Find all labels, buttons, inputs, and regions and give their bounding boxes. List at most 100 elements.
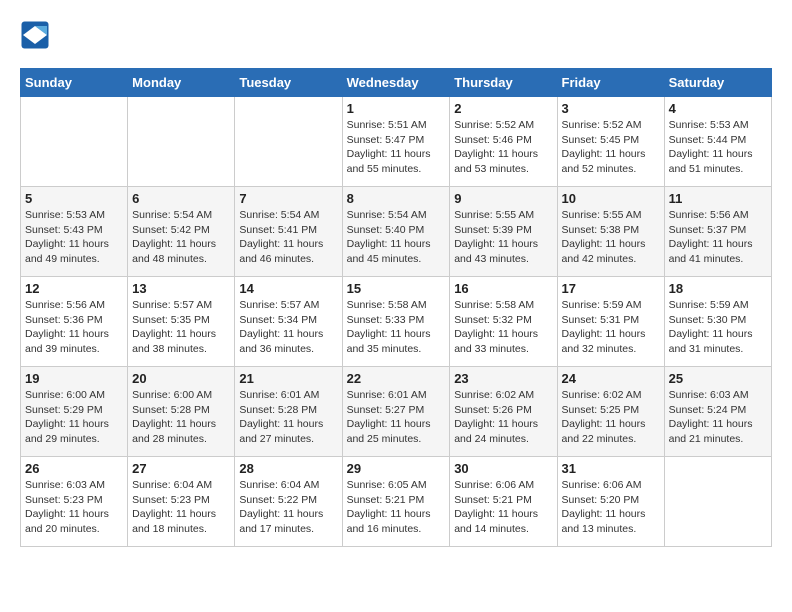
- calendar-cell: 14 Sunrise: 5:57 AM Sunset: 5:34 PM Dayli…: [235, 277, 342, 367]
- day-number: 23: [454, 371, 552, 386]
- day-info: Sunrise: 5:52 AM Sunset: 5:45 PM Dayligh…: [562, 118, 660, 177]
- day-number: 8: [347, 191, 446, 206]
- weekday-header-wednesday: Wednesday: [342, 69, 450, 97]
- day-info: Sunrise: 5:54 AM Sunset: 5:40 PM Dayligh…: [347, 208, 446, 267]
- calendar-cell: 10 Sunrise: 5:55 AM Sunset: 5:38 PM Dayli…: [557, 187, 664, 277]
- day-info: Sunrise: 5:57 AM Sunset: 5:34 PM Dayligh…: [239, 298, 337, 357]
- day-number: 17: [562, 281, 660, 296]
- weekday-header-sunday: Sunday: [21, 69, 128, 97]
- day-number: 26: [25, 461, 123, 476]
- day-info: Sunrise: 6:00 AM Sunset: 5:29 PM Dayligh…: [25, 388, 123, 447]
- calendar-cell: 17 Sunrise: 5:59 AM Sunset: 5:31 PM Dayli…: [557, 277, 664, 367]
- day-info: Sunrise: 5:53 AM Sunset: 5:44 PM Dayligh…: [669, 118, 767, 177]
- day-info: Sunrise: 6:04 AM Sunset: 5:22 PM Dayligh…: [239, 478, 337, 537]
- day-number: 13: [132, 281, 230, 296]
- day-info: Sunrise: 5:55 AM Sunset: 5:38 PM Dayligh…: [562, 208, 660, 267]
- day-info: Sunrise: 6:02 AM Sunset: 5:25 PM Dayligh…: [562, 388, 660, 447]
- calendar-week-row: 12Sunrise: 5:56 AM Sunset: 5:36 PM Dayli…: [21, 277, 772, 367]
- calendar-cell: 21 Sunrise: 6:01 AM Sunset: 5:28 PM Dayli…: [235, 367, 342, 457]
- day-info: Sunrise: 5:59 AM Sunset: 5:30 PM Dayligh…: [669, 298, 767, 357]
- day-number: 2: [454, 101, 552, 116]
- day-info: Sunrise: 5:54 AM Sunset: 5:42 PM Dayligh…: [132, 208, 230, 267]
- day-info: Sunrise: 6:06 AM Sunset: 5:21 PM Dayligh…: [454, 478, 552, 537]
- day-info: Sunrise: 5:56 AM Sunset: 5:37 PM Dayligh…: [669, 208, 767, 267]
- logo-icon: [20, 20, 50, 50]
- calendar-cell: [128, 97, 235, 187]
- day-number: 11: [669, 191, 767, 206]
- day-info: Sunrise: 5:51 AM Sunset: 5:47 PM Dayligh…: [347, 118, 446, 177]
- calendar-cell: 16Sunrise: 5:58 AM Sunset: 5:32 PM Dayli…: [450, 277, 557, 367]
- calendar-cell: 29 Sunrise: 6:05 AM Sunset: 5:21 PM Dayli…: [342, 457, 450, 547]
- calendar-cell: 6Sunrise: 5:54 AM Sunset: 5:42 PM Daylig…: [128, 187, 235, 277]
- day-info: Sunrise: 6:03 AM Sunset: 5:24 PM Dayligh…: [669, 388, 767, 447]
- day-info: Sunrise: 6:03 AM Sunset: 5:23 PM Dayligh…: [25, 478, 123, 537]
- weekday-header-saturday: Saturday: [664, 69, 771, 97]
- calendar-cell: 31 Sunrise: 6:06 AM Sunset: 5:20 PM Dayli…: [557, 457, 664, 547]
- day-info: Sunrise: 5:58 AM Sunset: 5:33 PM Dayligh…: [347, 298, 446, 357]
- day-info: Sunrise: 6:04 AM Sunset: 5:23 PM Dayligh…: [132, 478, 230, 537]
- day-number: 9: [454, 191, 552, 206]
- day-number: 19: [25, 371, 123, 386]
- calendar-cell: 2Sunrise: 5:52 AM Sunset: 5:46 PM Daylig…: [450, 97, 557, 187]
- day-number: 4: [669, 101, 767, 116]
- day-info: Sunrise: 6:01 AM Sunset: 5:27 PM Dayligh…: [347, 388, 446, 447]
- day-number: 1: [347, 101, 446, 116]
- day-number: 3: [562, 101, 660, 116]
- day-number: 30: [454, 461, 552, 476]
- calendar-table: SundayMondayTuesdayWednesdayThursdayFrid…: [20, 68, 772, 547]
- day-number: 20: [132, 371, 230, 386]
- calendar-cell: 15 Sunrise: 5:58 AM Sunset: 5:33 PM Dayli…: [342, 277, 450, 367]
- calendar-cell: 1 Sunrise: 5:51 AM Sunset: 5:47 PM Daylig…: [342, 97, 450, 187]
- calendar-cell: 12Sunrise: 5:56 AM Sunset: 5:36 PM Dayli…: [21, 277, 128, 367]
- day-info: Sunrise: 5:53 AM Sunset: 5:43 PM Dayligh…: [25, 208, 123, 267]
- day-number: 5: [25, 191, 123, 206]
- calendar-cell: 19 Sunrise: 6:00 AM Sunset: 5:29 PM Dayli…: [21, 367, 128, 457]
- calendar-cell: 22 Sunrise: 6:01 AM Sunset: 5:27 PM Dayli…: [342, 367, 450, 457]
- day-number: 29: [347, 461, 446, 476]
- calendar-week-row: 19 Sunrise: 6:00 AM Sunset: 5:29 PM Dayli…: [21, 367, 772, 457]
- calendar-week-row: 26 Sunrise: 6:03 AM Sunset: 5:23 PM Dayli…: [21, 457, 772, 547]
- calendar-cell: 9 Sunrise: 5:55 AM Sunset: 5:39 PM Daylig…: [450, 187, 557, 277]
- day-number: 14: [239, 281, 337, 296]
- day-info: Sunrise: 6:00 AM Sunset: 5:28 PM Dayligh…: [132, 388, 230, 447]
- calendar-cell: 30 Sunrise: 6:06 AM Sunset: 5:21 PM Dayli…: [450, 457, 557, 547]
- calendar-cell: 8 Sunrise: 5:54 AM Sunset: 5:40 PM Daylig…: [342, 187, 450, 277]
- day-number: 28: [239, 461, 337, 476]
- day-info: Sunrise: 5:54 AM Sunset: 5:41 PM Dayligh…: [239, 208, 337, 267]
- calendar-week-row: 5 Sunrise: 5:53 AM Sunset: 5:43 PM Daylig…: [21, 187, 772, 277]
- calendar-cell: 23Sunrise: 6:02 AM Sunset: 5:26 PM Dayli…: [450, 367, 557, 457]
- calendar-cell: [664, 457, 771, 547]
- calendar-week-row: 1 Sunrise: 5:51 AM Sunset: 5:47 PM Daylig…: [21, 97, 772, 187]
- calendar-cell: 5 Sunrise: 5:53 AM Sunset: 5:43 PM Daylig…: [21, 187, 128, 277]
- calendar-cell: 18 Sunrise: 5:59 AM Sunset: 5:30 PM Dayli…: [664, 277, 771, 367]
- calendar-cell: 20 Sunrise: 6:00 AM Sunset: 5:28 PM Dayli…: [128, 367, 235, 457]
- day-number: 15: [347, 281, 446, 296]
- day-number: 21: [239, 371, 337, 386]
- calendar-cell: 3 Sunrise: 5:52 AM Sunset: 5:45 PM Daylig…: [557, 97, 664, 187]
- day-number: 7: [239, 191, 337, 206]
- calendar-cell: 4 Sunrise: 5:53 AM Sunset: 5:44 PM Daylig…: [664, 97, 771, 187]
- day-number: 31: [562, 461, 660, 476]
- day-number: 10: [562, 191, 660, 206]
- day-info: Sunrise: 5:58 AM Sunset: 5:32 PM Dayligh…: [454, 298, 552, 357]
- calendar-cell: [21, 97, 128, 187]
- calendar-cell: 26 Sunrise: 6:03 AM Sunset: 5:23 PM Dayli…: [21, 457, 128, 547]
- day-number: 27: [132, 461, 230, 476]
- calendar-cell: 7 Sunrise: 5:54 AM Sunset: 5:41 PM Daylig…: [235, 187, 342, 277]
- calendar-cell: [235, 97, 342, 187]
- calendar-cell: 11 Sunrise: 5:56 AM Sunset: 5:37 PM Dayli…: [664, 187, 771, 277]
- day-number: 22: [347, 371, 446, 386]
- day-info: Sunrise: 6:01 AM Sunset: 5:28 PM Dayligh…: [239, 388, 337, 447]
- day-number: 24: [562, 371, 660, 386]
- day-info: Sunrise: 6:05 AM Sunset: 5:21 PM Dayligh…: [347, 478, 446, 537]
- weekday-header-thursday: Thursday: [450, 69, 557, 97]
- calendar-cell: 25Sunrise: 6:03 AM Sunset: 5:24 PM Dayli…: [664, 367, 771, 457]
- day-number: 12: [25, 281, 123, 296]
- day-info: Sunrise: 5:59 AM Sunset: 5:31 PM Dayligh…: [562, 298, 660, 357]
- day-info: Sunrise: 5:55 AM Sunset: 5:39 PM Dayligh…: [454, 208, 552, 267]
- logo: [20, 20, 54, 50]
- weekday-header-friday: Friday: [557, 69, 664, 97]
- day-number: 18: [669, 281, 767, 296]
- day-info: Sunrise: 6:06 AM Sunset: 5:20 PM Dayligh…: [562, 478, 660, 537]
- weekday-header-row: SundayMondayTuesdayWednesdayThursdayFrid…: [21, 69, 772, 97]
